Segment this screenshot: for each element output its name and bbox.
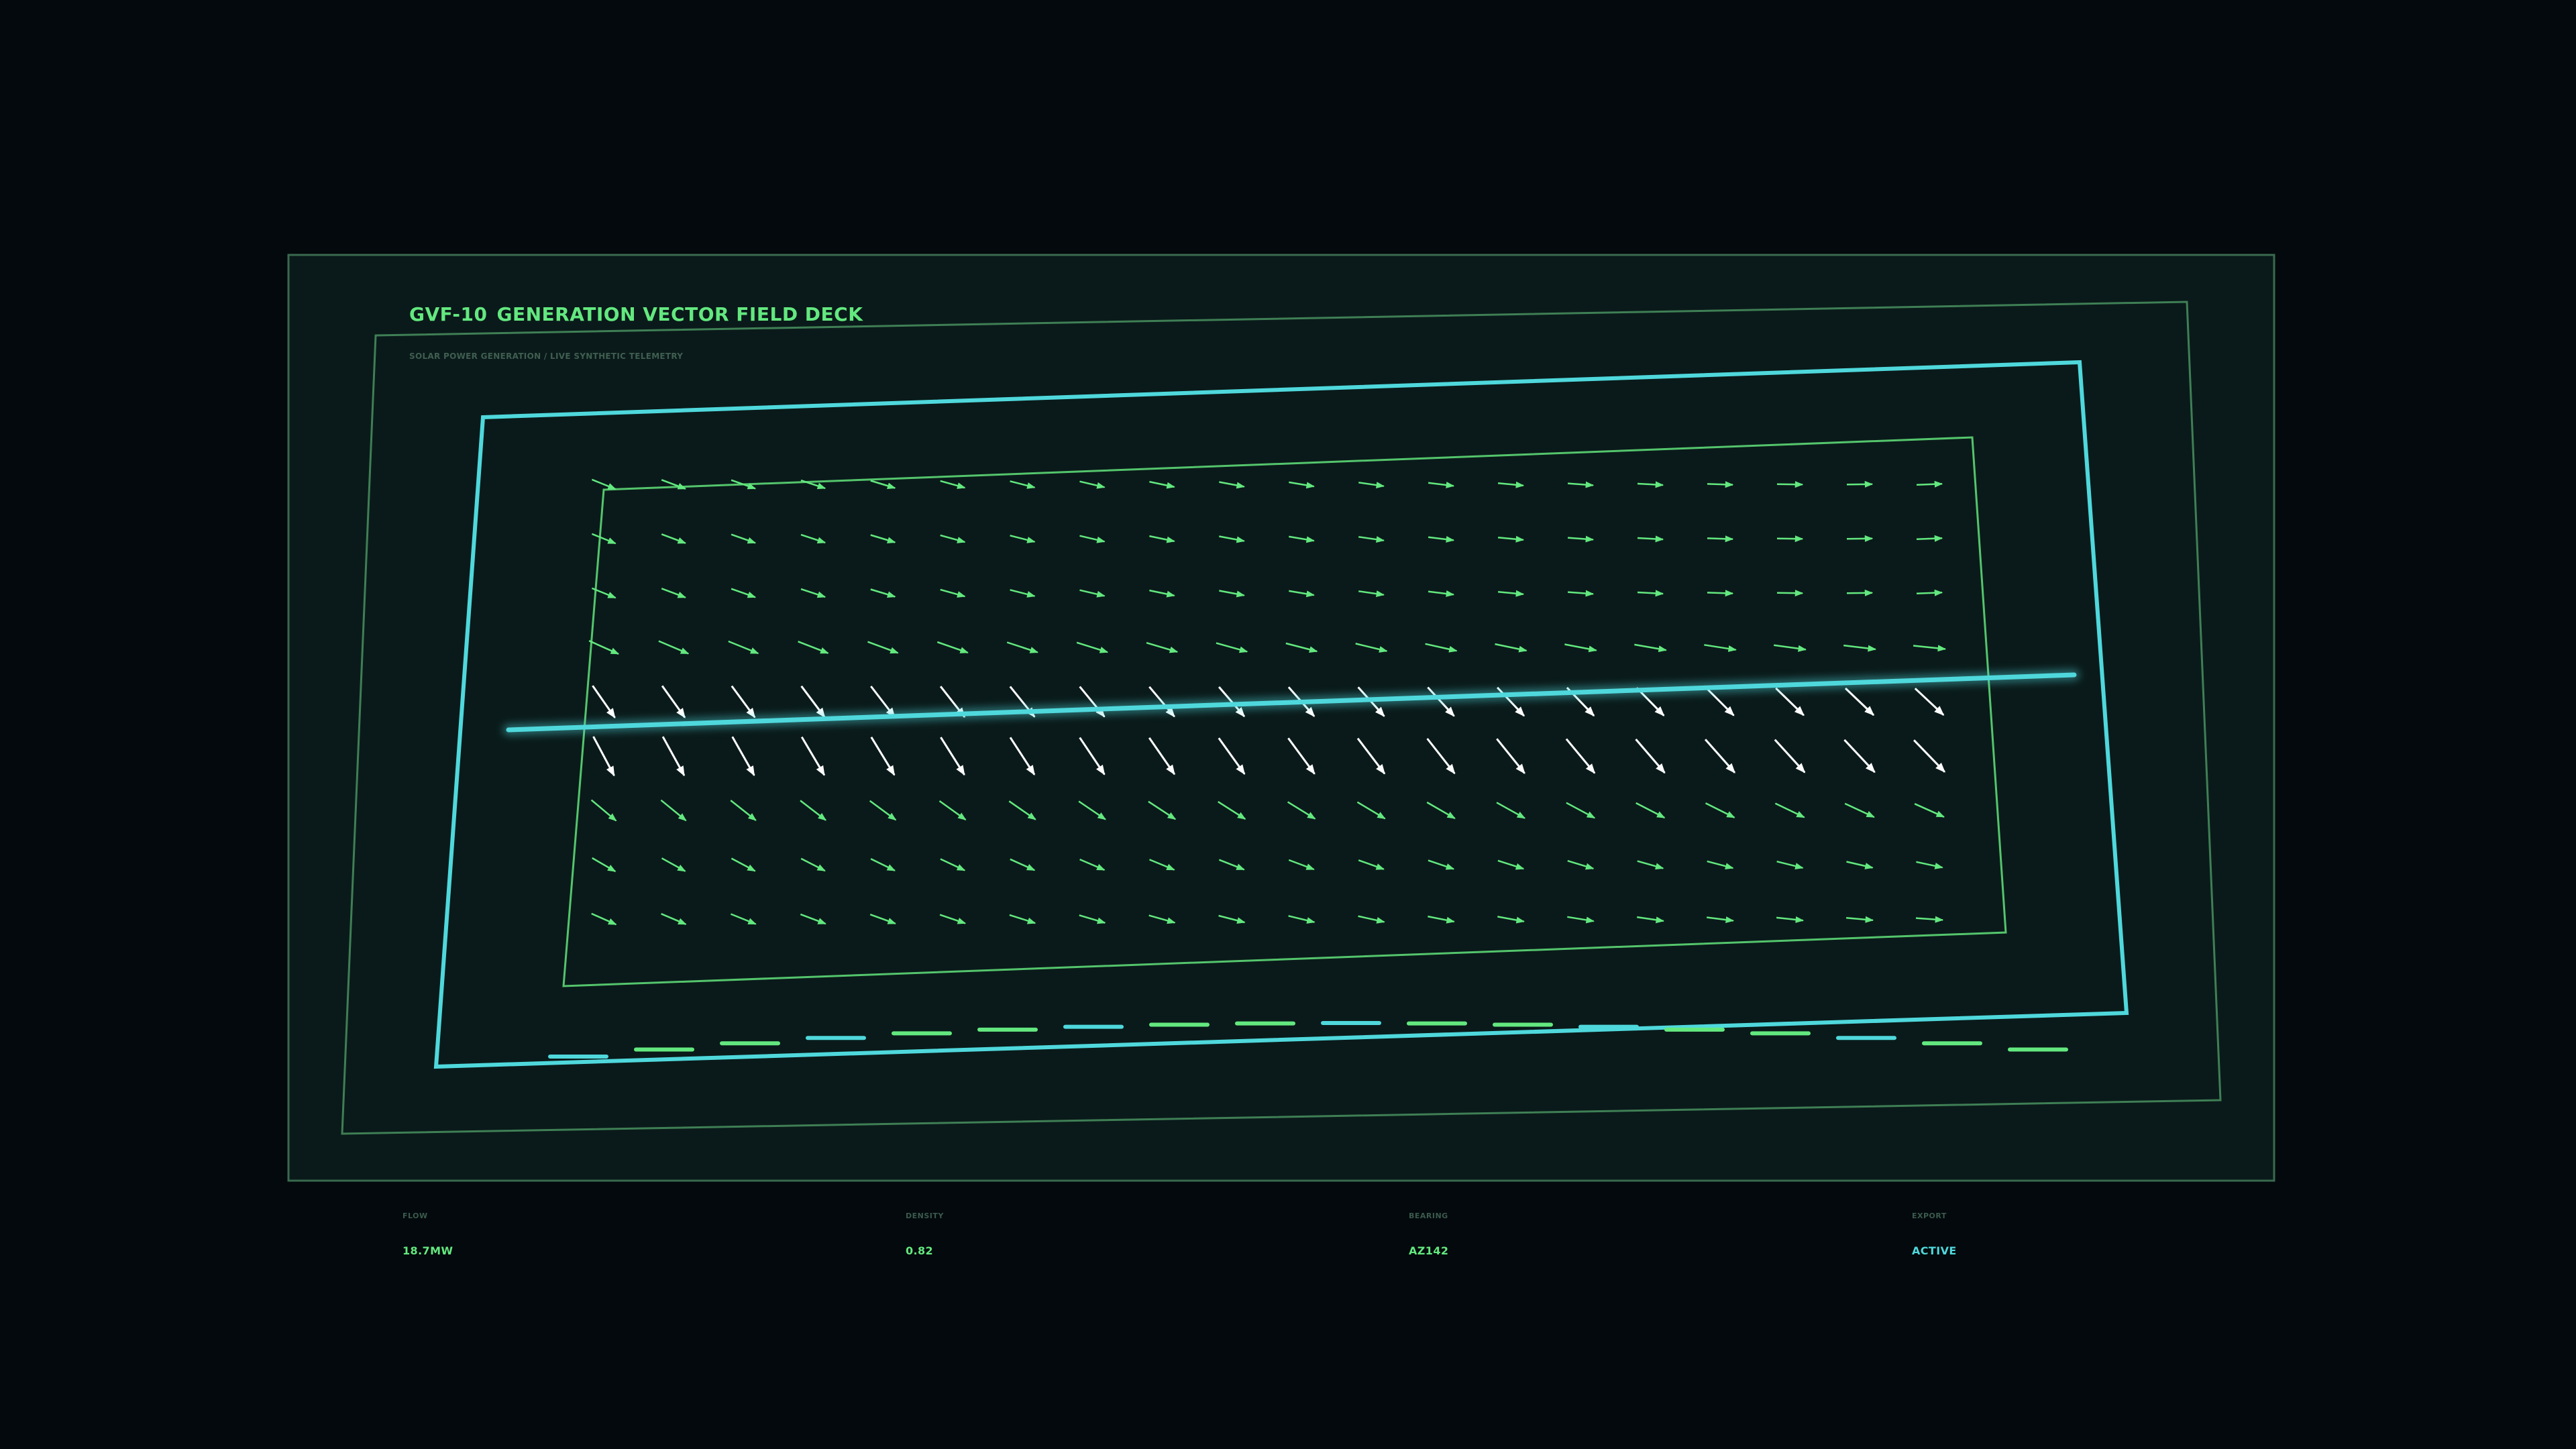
vector-arrow: [1707, 535, 1734, 543]
deck-title-text: GENERATION VECTOR FIELD DECK: [496, 303, 863, 325]
metric-export-label: EXPORT: [1912, 1212, 1947, 1220]
metric-export: EXPORT ACTIVE: [1912, 1212, 1957, 1257]
deck-code: GVF-10: [409, 303, 488, 325]
metric-density-value: 0.82: [906, 1244, 934, 1257]
vector-arrow: [1916, 535, 1943, 542]
vector-arrow: [1707, 590, 1734, 597]
metric-flow: FLOW 18.7MW: [402, 1212, 453, 1257]
metric-bearing: BEARING AZ142: [1409, 1212, 1448, 1257]
vector-arrow: [1916, 589, 1943, 596]
metric-bearing-value: AZ142: [1409, 1244, 1449, 1257]
metric-bearing-label: BEARING: [1409, 1212, 1448, 1220]
page-title: GVF-10 GENERATION VECTOR FIELD DECK: [409, 303, 863, 325]
metric-export-value: ACTIVE: [1912, 1244, 1957, 1257]
page-subtitle: SOLAR POWER GENERATION / LIVE SYNTHETIC …: [409, 352, 684, 361]
deck-stage: GVF-10 GENERATION VECTOR FIELD DECK SOLAR…: [0, 0, 2576, 1449]
metric-density: DENSITY 0.82: [906, 1212, 944, 1257]
vector-field-deck: [287, 254, 2275, 1182]
metric-flow-value: 18.7MW: [402, 1244, 453, 1257]
metric-density-label: DENSITY: [906, 1212, 944, 1220]
metric-flow-label: FLOW: [402, 1212, 428, 1220]
